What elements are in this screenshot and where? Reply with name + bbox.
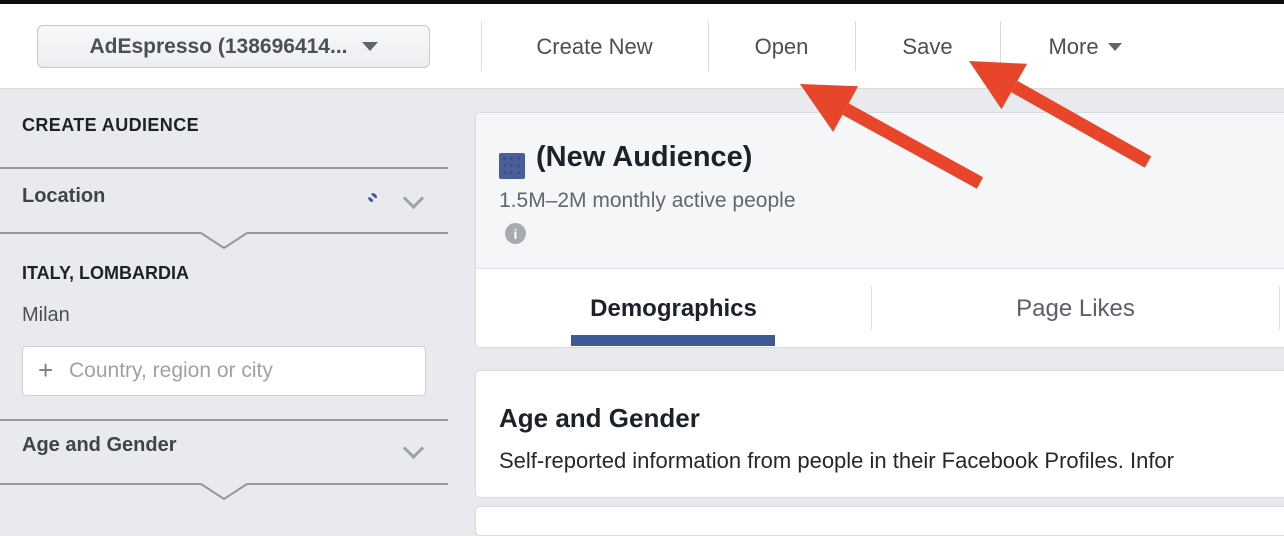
- create-new-button[interactable]: Create New: [481, 4, 708, 89]
- tab-page-likes[interactable]: Page Likes: [872, 269, 1279, 348]
- more-button[interactable]: More: [1000, 4, 1170, 89]
- active-tab-indicator: [571, 335, 775, 346]
- chevron-down-icon: [403, 188, 424, 209]
- sidebar-divider: [0, 419, 448, 421]
- create-new-label: Create New: [536, 34, 652, 60]
- tab-demographics-label: Demographics: [590, 295, 757, 323]
- selected-region-label: ITALY, LOMBARDIA: [22, 263, 189, 284]
- create-audience-sidebar: CREATE AUDIENCE Location ITALY, LOMBARDI…: [0, 89, 448, 510]
- open-label: Open: [755, 34, 809, 60]
- toolbar: AdEspresso (138696414... Create New Open…: [0, 4, 1284, 89]
- loading-spinner-icon: [368, 193, 377, 202]
- age-gender-card-description: Self-reported information from people in…: [499, 448, 1284, 474]
- tab-demographics[interactable]: Demographics: [476, 269, 871, 348]
- open-button[interactable]: Open: [708, 4, 855, 89]
- tab-bar: Demographics Page Likes: [476, 269, 1284, 348]
- audience-header: (New Audience) 1.5M–2M monthly active pe…: [476, 113, 1284, 269]
- sidebar-title: CREATE AUDIENCE: [22, 115, 199, 136]
- info-glyph: i: [514, 226, 518, 242]
- save-button[interactable]: Save: [855, 4, 1000, 89]
- location-section-label: Location: [22, 185, 105, 208]
- more-label: More: [1048, 34, 1098, 60]
- chevron-down-icon: [362, 42, 378, 51]
- tab-divider: [1279, 286, 1280, 330]
- account-dropdown[interactable]: AdEspresso (138696414...: [37, 25, 430, 68]
- age-gender-section-label: Age and Gender: [22, 434, 176, 457]
- location-search-field: +: [22, 346, 426, 396]
- chevron-down-icon: [1108, 43, 1122, 51]
- info-icon[interactable]: i: [505, 223, 526, 244]
- audience-icon: [499, 153, 525, 179]
- section-notch: [201, 232, 247, 250]
- section-notch: [201, 483, 247, 501]
- audience-summary-card: (New Audience) 1.5M–2M monthly active pe…: [475, 112, 1284, 348]
- age-gender-card-title: Age and Gender: [499, 403, 700, 434]
- audience-title: (New Audience): [536, 141, 752, 174]
- audience-size-text: 1.5M–2M monthly active people: [499, 189, 796, 213]
- sidebar-divider: [0, 167, 448, 169]
- next-card-top: [475, 506, 1284, 536]
- age-gender-card: Age and Gender Self-reported information…: [475, 370, 1284, 498]
- tab-page-likes-label: Page Likes: [1016, 295, 1135, 323]
- selected-city-label: Milan: [22, 304, 70, 327]
- location-search-input[interactable]: [23, 347, 425, 395]
- chevron-down-icon: [403, 438, 424, 459]
- account-dropdown-label: AdEspresso (138696414...: [90, 35, 348, 59]
- save-label: Save: [902, 34, 952, 60]
